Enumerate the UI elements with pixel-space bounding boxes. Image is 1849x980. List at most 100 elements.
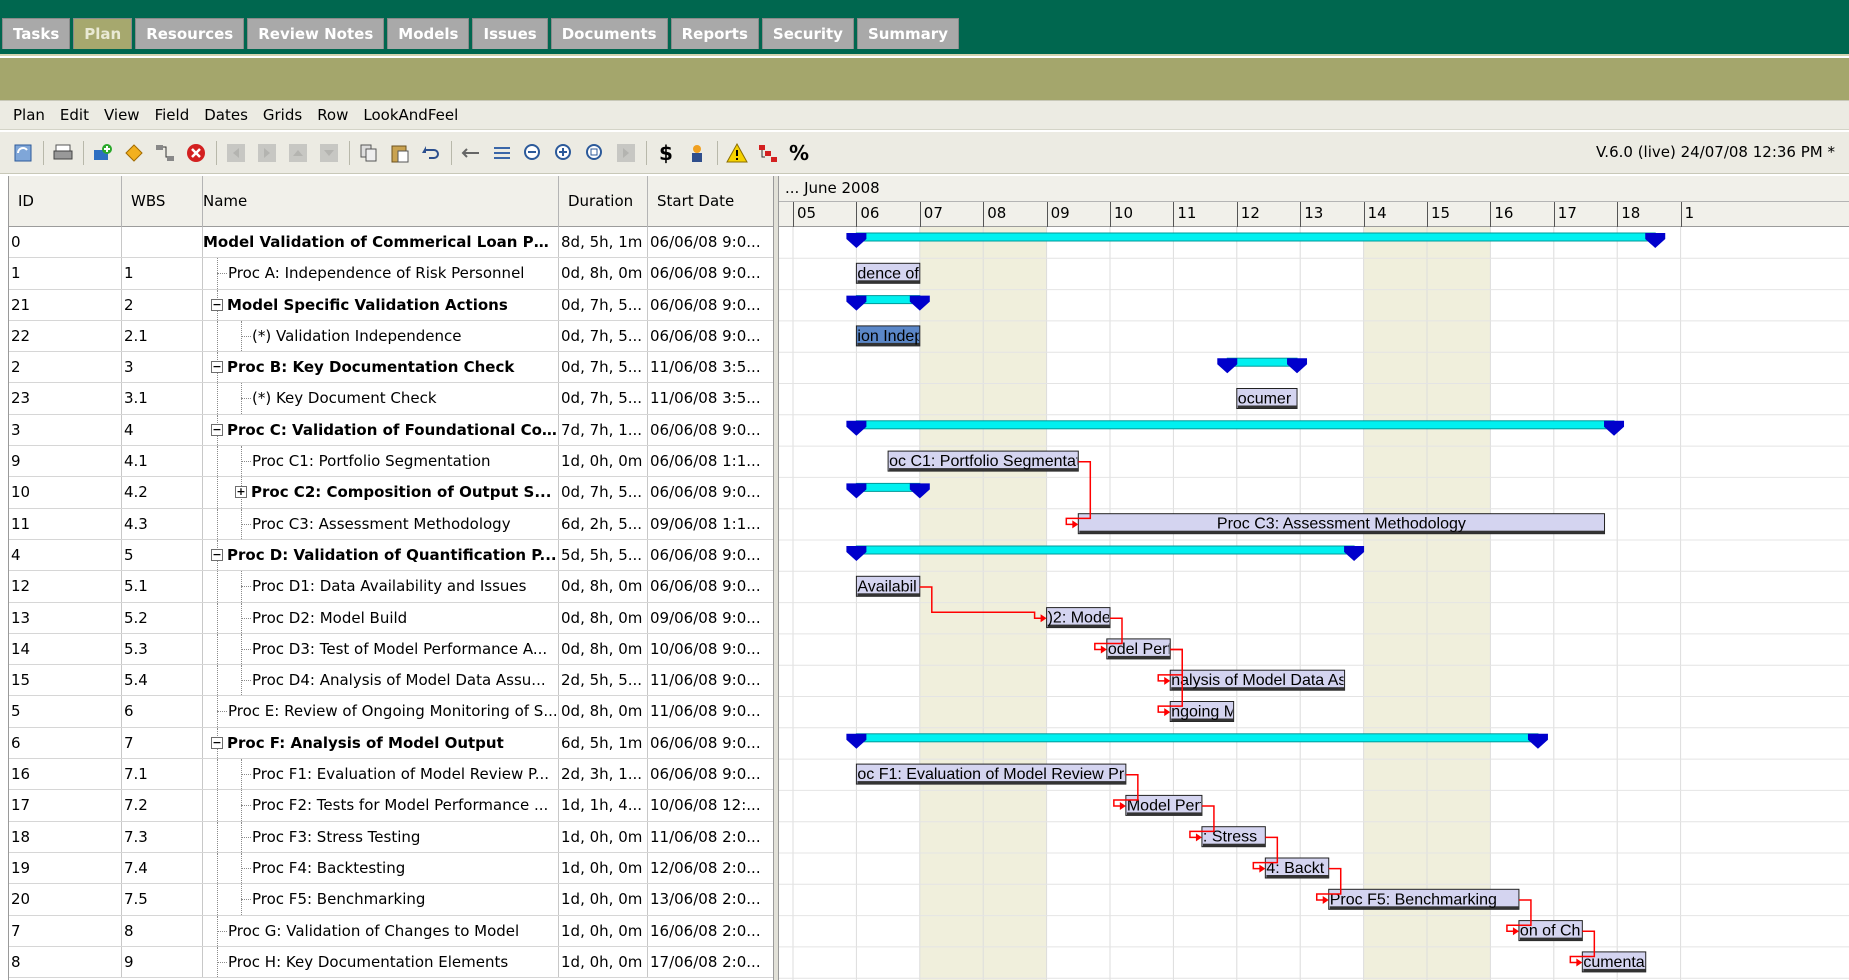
tab-documents[interactable]: Documents <box>550 18 668 49</box>
cell-start-date[interactable]: 06/06/08 9:0... <box>648 539 774 571</box>
cell-duration[interactable]: 0d, 8h, 0m <box>559 696 648 727</box>
cell-wbs[interactable]: 7.3 <box>122 821 203 852</box>
next-page-icon[interactable] <box>613 140 639 166</box>
cell-name[interactable]: Proc H: Key Documentation Elements <box>203 946 559 978</box>
cell-wbs[interactable]: 7.1 <box>122 759 203 790</box>
table-row[interactable]: 3 4− Proc C: Validation of Foundational Co… <box>9 414 774 447</box>
cell-wbs[interactable]: 2 <box>122 289 203 320</box>
cell-wbs[interactable]: 7.4 <box>122 852 203 884</box>
cell-start-date[interactable]: 10/06/08 9:0... <box>648 633 774 665</box>
cell-id[interactable]: 6 <box>9 727 122 759</box>
cell-start-date[interactable]: 06/06/08 9:0... <box>648 727 774 759</box>
tab-models[interactable]: Models <box>387 18 470 49</box>
menu-field[interactable]: Field <box>148 106 198 124</box>
zoom-fit-icon[interactable] <box>582 140 608 166</box>
milestone-icon[interactable] <box>121 140 147 166</box>
cell-start-date[interactable]: 11/06/08 3:5... <box>648 383 774 414</box>
cell-wbs[interactable]: 7 <box>122 727 203 759</box>
cell-start-date[interactable]: 06/06/08 9:0... <box>648 227 774 258</box>
table-row[interactable]: 15 5.4 Proc D4: Analysis of Model Data Ass… <box>9 665 774 697</box>
cell-start-date[interactable]: 11/06/08 9:0... <box>648 665 774 696</box>
cell-wbs[interactable] <box>122 227 203 258</box>
menu-lookandfeel[interactable]: LookAndFeel <box>356 106 466 124</box>
cell-duration[interactable]: 7d, 7h, 1... <box>559 414 648 446</box>
column-header-id[interactable]: ID <box>9 176 122 227</box>
table-row[interactable]: 6 7− Proc F: Analysis of Model Output 6d, 5… <box>9 727 774 760</box>
table-row[interactable]: 12 5.1 Proc D1: Data Availability and Issu… <box>9 571 774 603</box>
cell-name[interactable]: − Proc D: Validation of Quantification P.… <box>203 539 559 571</box>
cell-start-date[interactable]: 06/06/08 9:0... <box>648 477 774 508</box>
cell-id[interactable]: 0 <box>9 227 122 258</box>
move-up-icon[interactable] <box>285 140 311 166</box>
cell-duration[interactable]: 6d, 5h, 1m <box>559 727 648 759</box>
table-row[interactable]: 13 5.2 Proc D2: Model Build 0d, 8h, 0m 09/06… <box>9 602 774 634</box>
cell-id[interactable]: 7 <box>9 915 122 946</box>
cell-duration[interactable]: 6d, 2h, 5... <box>559 508 648 539</box>
cell-start-date[interactable]: 06/06/08 9:0... <box>648 289 774 320</box>
cell-name[interactable]: − Proc C: Validation of Foundational Co..… <box>203 414 559 446</box>
cell-name[interactable]: Proc A: Independence of Risk Personnel <box>203 258 559 289</box>
tab-review-notes[interactable]: Review Notes <box>247 18 385 49</box>
indent-icon[interactable] <box>489 140 515 166</box>
cell-start-date[interactable]: 06/06/08 1:1... <box>648 446 774 477</box>
cell-duration[interactable]: 0d, 7h, 5... <box>559 383 648 414</box>
move-right-icon[interactable] <box>254 140 280 166</box>
cell-wbs[interactable]: 1 <box>122 258 203 289</box>
cell-id[interactable]: 17 <box>9 790 122 821</box>
cell-wbs[interactable]: 6 <box>122 696 203 727</box>
menu-row[interactable]: Row <box>310 106 356 124</box>
table-row[interactable]: 17 7.2 Proc F2: Tests for Model Performanc… <box>9 790 774 822</box>
cell-duration[interactable]: 0d, 8h, 0m <box>559 633 648 665</box>
cell-name[interactable]: + Proc C2: Composition of Output S... <box>203 477 559 508</box>
cell-start-date[interactable]: 06/06/08 9:0... <box>648 414 774 446</box>
cell-wbs[interactable]: 4.2 <box>122 477 203 508</box>
cell-id[interactable]: 19 <box>9 852 122 884</box>
column-header-name[interactable]: Name <box>203 176 559 227</box>
undo-icon[interactable] <box>418 140 444 166</box>
cell-id[interactable]: 3 <box>9 414 122 446</box>
tab-summary[interactable]: Summary <box>856 18 959 49</box>
menu-dates[interactable]: Dates <box>197 106 256 124</box>
tab-security[interactable]: Security <box>761 18 854 49</box>
tab-tasks[interactable]: Tasks <box>2 18 71 49</box>
cell-id[interactable]: 12 <box>9 571 122 602</box>
cell-name[interactable]: Model Validation of Commerical Loan PD..… <box>203 227 559 258</box>
zoom-in-icon[interactable] <box>551 140 577 166</box>
cell-start-date[interactable]: 11/06/08 2:0... <box>648 821 774 852</box>
refresh-icon[interactable] <box>10 140 36 166</box>
cell-name[interactable]: Proc C3: Assessment Methodology <box>203 508 559 539</box>
collapse-icon[interactable]: − <box>211 361 223 374</box>
expand-icon[interactable]: + <box>235 486 247 499</box>
cell-id[interactable]: 22 <box>9 320 122 352</box>
cell-id[interactable]: 21 <box>9 289 122 320</box>
cell-duration[interactable]: 1d, 0h, 0m <box>559 946 648 978</box>
cell-name[interactable]: Proc F2: Tests for Model Performance ... <box>203 790 559 821</box>
table-row[interactable]: 8 9 Proc H: Key Documentation Elements 1d, … <box>9 946 774 979</box>
copy-icon[interactable] <box>356 140 382 166</box>
cell-id[interactable]: 15 <box>9 665 122 696</box>
paste-icon[interactable] <box>387 140 413 166</box>
cell-id[interactable]: 16 <box>9 759 122 790</box>
table-row[interactable]: 20 7.5 Proc F5: Benchmarking 1d, 0h, 0m 13/0… <box>9 884 774 916</box>
cell-start-date[interactable]: 09/06/08 1:1... <box>648 508 774 539</box>
collapse-icon[interactable]: − <box>211 298 223 311</box>
print-icon[interactable] <box>50 140 76 166</box>
cell-start-date[interactable]: 06/06/08 9:0... <box>648 759 774 790</box>
table-row[interactable]: 5 6 Proc E: Review of Ongoing Monitoring o… <box>9 696 774 728</box>
cell-start-date[interactable]: 13/06/08 2:0... <box>648 884 774 915</box>
cell-name[interactable]: Proc D1: Data Availability and Issues <box>203 571 559 602</box>
cell-duration[interactable]: 1d, 0h, 0m <box>559 852 648 884</box>
cell-wbs[interactable]: 8 <box>122 915 203 946</box>
cell-duration[interactable]: 0d, 8h, 0m <box>559 571 648 602</box>
cell-id[interactable]: 11 <box>9 508 122 539</box>
cost-icon[interactable]: $ <box>653 140 679 166</box>
cell-duration[interactable]: 0d, 8h, 0m <box>559 258 648 289</box>
menu-edit[interactable]: Edit <box>53 106 97 124</box>
cell-duration[interactable]: 0d, 7h, 5... <box>559 477 648 508</box>
table-row[interactable]: 23 3.1 (*) Key Document Check 0d, 7h, 5... 1… <box>9 383 774 415</box>
cell-wbs[interactable]: 4.3 <box>122 508 203 539</box>
table-row[interactable]: 1 1 Proc A: Independence of Risk Personnel… <box>9 258 774 290</box>
cell-name[interactable]: − Model Specific Validation Actions <box>203 289 559 320</box>
cell-id[interactable]: 1 <box>9 258 122 289</box>
delete-icon[interactable] <box>183 140 209 166</box>
